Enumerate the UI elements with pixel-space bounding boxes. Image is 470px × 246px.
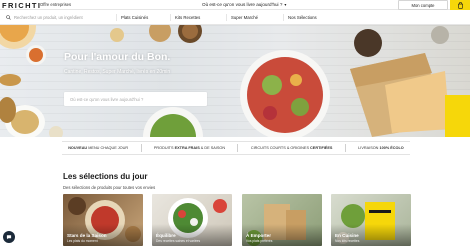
hero-subtitle: Cantine, Restos, Super Marché, livrés en… — [64, 69, 171, 75]
card-title: Stars de la Saison — [67, 233, 107, 238]
delivery-question-label: Où est-ce qu'on vous livre aujourd'hui ? — [202, 2, 283, 7]
card-title: À Emporter — [246, 233, 272, 238]
product-search — [6, 13, 110, 22]
cart-button[interactable] — [450, 0, 470, 10]
brand-logo[interactable]: FRICHTI — [2, 1, 41, 10]
card-subtitle: Des recettes saines et variées — [156, 239, 201, 243]
shopping-bag-icon — [457, 1, 463, 9]
selection-card-equilibre[interactable]: Équilibre Des recettes saines et variées — [152, 194, 232, 246]
offre-entreprises-link[interactable]: Offre entreprises — [40, 2, 71, 7]
card-subtitle: Les plats du moment — [67, 239, 98, 243]
card-title: En Cuisine — [335, 233, 359, 238]
nav-item-super-marche[interactable]: Super Marché — [231, 15, 258, 20]
nav-divider — [283, 14, 284, 21]
selection-card-a-emporter[interactable]: À Emporter Vos plats préférés — [242, 194, 322, 246]
hero-food-illustration — [0, 25, 470, 137]
main-nav: Plats Cuisinés Kits Recettes Super March… — [0, 10, 470, 25]
nav-item-kits-recettes[interactable]: Kits Recettes — [175, 15, 200, 20]
hero-address-search — [64, 92, 207, 106]
nav-item-plats-cuisines[interactable]: Plats Cuisinés — [121, 15, 148, 20]
chat-icon — [6, 235, 12, 240]
card-title: Équilibre — [156, 233, 176, 238]
strip-divider — [237, 144, 239, 152]
card-subtitle: Vos plats préférés — [246, 239, 273, 243]
chat-button[interactable] — [3, 231, 15, 243]
delivery-address-selector[interactable]: Où est-ce qu'on vous livre aujourd'hui ?… — [202, 2, 286, 7]
search-icon — [6, 15, 11, 20]
selections-subtitle: Des sélections de produits pour toutes v… — [63, 185, 156, 190]
card-subtitle: Nos kits recettes — [335, 239, 360, 243]
strip-divider — [344, 144, 346, 152]
search-input[interactable] — [14, 15, 110, 20]
strip-item-produits: PRODUITS EXTRA FRAIS & DE SAISON — [153, 146, 226, 150]
value-proposition-strip: NOUVEAU MENU CHAQUE JOUR PRODUITS EXTRA … — [62, 141, 410, 155]
selection-card-en-cuisine[interactable]: En Cuisine Nos kits recettes — [331, 194, 411, 246]
strip-item-circuits: CIRCUITS COURTS & ORIGINES CERTIFIÉES — [250, 146, 333, 150]
selections-title: Les sélections du jour — [63, 172, 148, 181]
strip-item-livraison: LIVRAISON 100% ÉCOLO — [358, 146, 404, 150]
chevron-down-icon: ▾ — [284, 2, 287, 7]
account-button[interactable]: Mon compte — [398, 0, 448, 10]
address-input[interactable] — [70, 96, 204, 102]
nav-divider — [226, 14, 227, 21]
nav-divider — [116, 14, 117, 21]
strip-divider — [140, 144, 142, 152]
hero-title: Pour l'amour du Bon. — [64, 51, 171, 63]
nav-divider — [170, 14, 171, 21]
selection-card-stars[interactable]: Stars de la Saison Les plats du moment — [63, 194, 143, 246]
strip-item-nouveau: NOUVEAU MENU CHAQUE JOUR — [68, 146, 129, 150]
hero-banner: Pour l'amour du Bon. Cantine, Restos, Su… — [0, 25, 470, 137]
top-header: FRICHTI Offre entreprises Où est-ce qu'o… — [0, 0, 470, 10]
nav-item-nos-selections[interactable]: Nos Sélections — [288, 15, 317, 20]
